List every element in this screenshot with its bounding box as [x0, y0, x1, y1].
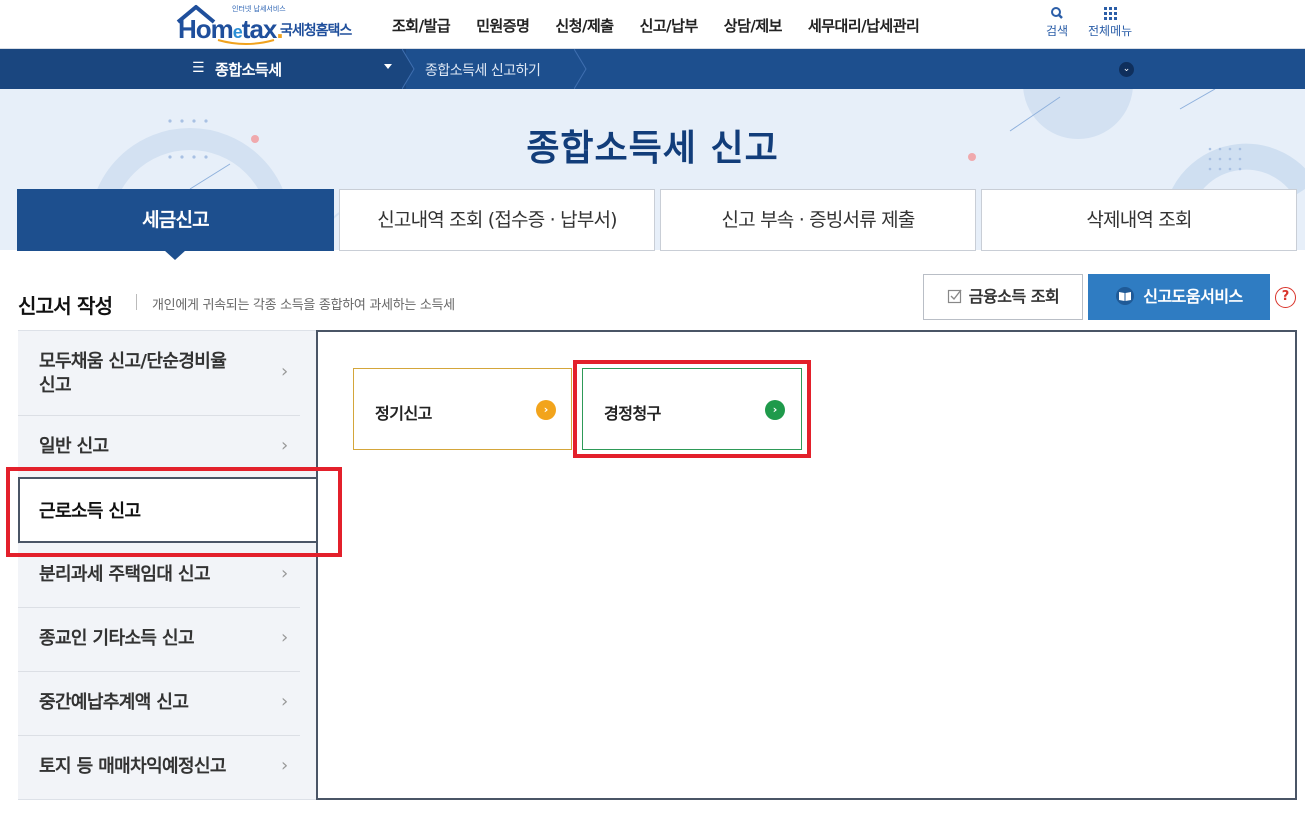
side-item-interim[interactable]: 중간예납추계액 신고 › [18, 672, 300, 736]
chevron-right-icon: › [281, 563, 289, 584]
hamburger-icon: ☰ [192, 60, 205, 76]
chevron-right-icon: › [281, 627, 289, 648]
side-item-religious[interactable]: 종교인 기타소득 신고 › [18, 608, 300, 672]
chevron-right-icon: › [281, 691, 289, 712]
help-question-icon[interactable]: ? [1275, 287, 1296, 308]
gnb-item-application[interactable]: 신청/제출 [555, 15, 614, 36]
chevron-right-icon: › [281, 755, 289, 776]
search-button[interactable]: 검색 [1046, 4, 1068, 39]
tab-deleted-history[interactable]: 삭제내역 조회 [981, 189, 1297, 251]
caret-down-icon [384, 64, 392, 69]
gnb-item-certificate[interactable]: 민원증명 [476, 15, 530, 36]
side-item-label: 근로소득 신고 [39, 501, 141, 522]
tab-tax-filing[interactable]: 세금신고 [17, 189, 334, 251]
book-icon [1116, 287, 1135, 305]
financial-income-button[interactable]: 금융소득 조회 [923, 274, 1083, 320]
chevron-right-icon: › [281, 361, 289, 382]
side-item-prefilled[interactable]: 모두채움 신고/단순경비율 신고 › [18, 331, 300, 416]
gnb-item-inquiry[interactable]: 조회/발급 [392, 15, 451, 36]
breadcrumb-separator-icon [402, 49, 415, 89]
filing-help-label: 신고도움서비스 [1143, 287, 1243, 306]
checkbox-edit-icon [947, 289, 962, 304]
side-item-rental[interactable]: 분리과세 주택임대 신고 › [18, 544, 300, 608]
logo-subtitle: 인터넷 납세서비스 [232, 5, 286, 13]
all-menu-label: 전체메뉴 [1088, 24, 1133, 38]
hometax-logo[interactable]: 인터넷 납세서비스 Hometax. 국세청홈택스 [176, 2, 361, 46]
grid-menu-icon [1104, 7, 1118, 20]
chevron-right-icon: › [281, 435, 289, 456]
section-title: 신고서 작성 [18, 294, 113, 318]
logo-swoosh-icon [217, 39, 275, 45]
location-bar: ☰ 종합소득세 종합소득세 신고하기 ⌄ [0, 49, 1305, 89]
regular-filing-label: 정기신고 [375, 404, 432, 423]
section-description: 개인에게 귀속되는 각종 소득을 종합하여 과세하는 소득세 [152, 298, 455, 313]
search-label: 검색 [1046, 24, 1069, 38]
side-item-label: 일반 신고 [39, 436, 109, 457]
arrow-right-circle-icon: › [536, 400, 556, 420]
divider [18, 799, 316, 800]
side-item-label: 모두채움 신고/단순경비율 신고 [39, 351, 227, 396]
gnb-item-filing[interactable]: 신고/납부 [640, 15, 699, 36]
correction-claim-label: 경정청구 [604, 404, 661, 423]
filing-help-button[interactable]: 신고도움서비스 [1088, 274, 1270, 320]
search-icon [1051, 7, 1063, 19]
breadcrumb-end-icon [574, 49, 587, 89]
side-item-label: 토지 등 매매차익예정신고 [39, 756, 227, 777]
menu-select-dropdown[interactable]: ☰ 종합소득세 [178, 49, 406, 89]
logo-korean-name: 국세청홈택스 [280, 23, 352, 39]
active-tab-pointer [164, 250, 186, 260]
side-item-general[interactable]: 일반 신고 › [18, 416, 300, 480]
gnb-item-agent[interactable]: 세무대리/납세관리 [808, 15, 920, 36]
expand-chevron-icon[interactable]: ⌄ [1119, 62, 1134, 77]
tab-attachment-submit[interactable]: 신고 부속 · 증빙서류 제출 [660, 189, 976, 251]
global-nav: 조회/발급 민원증명 신청/제출 신고/납부 상담/제보 세무대리/납세관리 [392, 15, 945, 36]
gnb-item-consult[interactable]: 상담/제보 [724, 15, 783, 36]
divider [136, 294, 137, 310]
top-header: 인터넷 납세서비스 Hometax. 국세청홈택스 조회/발급 민원증명 신청/… [0, 0, 1305, 49]
side-item-label: 종교인 기타소득 신고 [39, 628, 195, 649]
side-item-earned-income[interactable]: 근로소득 신고 [18, 477, 316, 543]
regular-filing-card[interactable]: 정기신고 › [353, 368, 572, 450]
correction-claim-card[interactable]: 경정청구 › [582, 368, 802, 450]
tab-filing-history[interactable]: 신고내역 조회 (접수증 · 납부서) [339, 189, 655, 251]
side-item-land[interactable]: 토지 등 매매차익예정신고 › [18, 736, 300, 800]
side-item-label: 중간예납추계액 신고 [39, 692, 189, 713]
menu-select-label: 종합소득세 [215, 61, 282, 79]
breadcrumb-current[interactable]: 종합소득세 신고하기 [425, 60, 541, 80]
page-title: 종합소득세 신고 [526, 128, 779, 169]
side-item-label: 분리과세 주택임대 신고 [39, 564, 211, 585]
financial-income-label: 금융소득 조회 [968, 287, 1060, 306]
all-menu-button[interactable]: 전체메뉴 [1088, 4, 1132, 39]
arrow-right-circle-icon: › [765, 400, 785, 420]
